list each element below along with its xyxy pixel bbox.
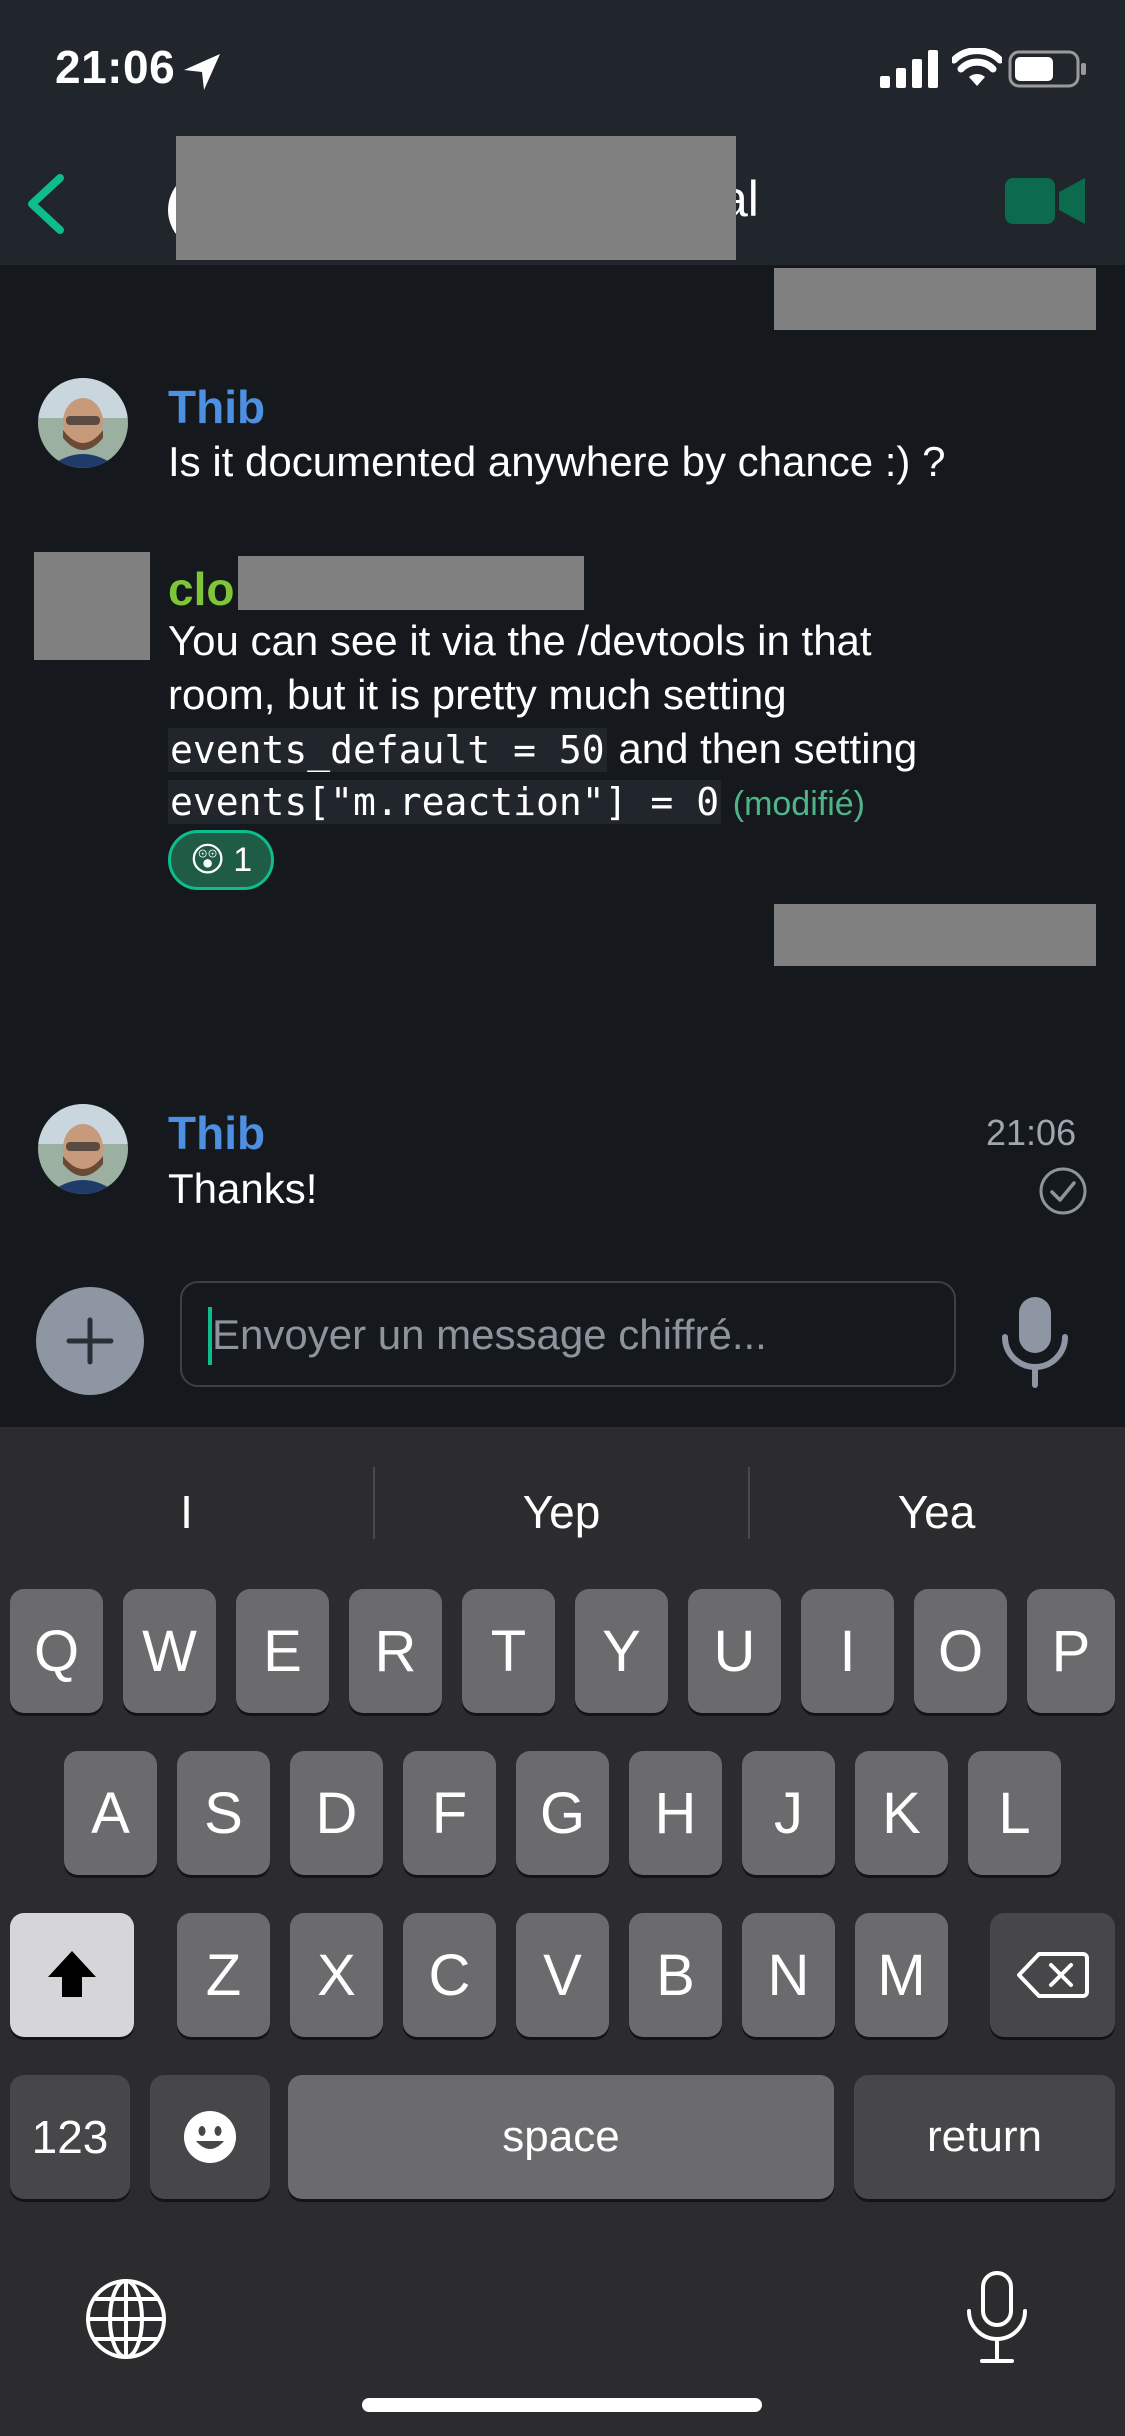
message-text: and then setting — [618, 725, 918, 772]
redacted-timestamp — [774, 904, 1096, 966]
key-m[interactable]: M — [855, 1913, 948, 2037]
key-w[interactable]: W — [123, 1589, 216, 1713]
backspace-key[interactable] — [990, 1913, 1115, 2037]
key-k[interactable]: K — [855, 1751, 948, 1875]
message-line: You can see it via the /devtools in that — [168, 617, 872, 664]
message-line: events_default = 50 and then setting — [168, 722, 917, 777]
return-key[interactable]: return — [854, 2075, 1115, 2199]
key-i[interactable]: I — [801, 1589, 894, 1713]
status-time: 21:06 — [55, 41, 176, 93]
edited-label[interactable]: (modifié) — [733, 785, 865, 823]
key-d[interactable]: D — [290, 1751, 383, 1875]
key-p[interactable]: P — [1027, 1589, 1115, 1713]
message-timestamp: 21:06 — [986, 1112, 1077, 1153]
dictation-mic-icon[interactable] — [962, 2269, 1032, 2369]
room-header: al — [0, 136, 1125, 265]
redacted-avatar — [34, 552, 150, 660]
plus-icon — [66, 1317, 114, 1365]
key-y[interactable]: Y — [575, 1589, 668, 1713]
key-s[interactable]: S — [177, 1751, 270, 1875]
user-photo-icon — [38, 1104, 128, 1194]
key-t[interactable]: T — [462, 1589, 555, 1713]
key-b[interactable]: B — [629, 1913, 722, 2037]
home-indicator[interactable] — [362, 2398, 762, 2412]
avatar[interactable] — [38, 378, 128, 468]
user-photo-icon — [38, 378, 128, 468]
sender-name[interactable]: Thib — [168, 380, 265, 434]
key-q[interactable]: Q — [10, 1589, 103, 1713]
read-receipt-check-icon — [1039, 1167, 1087, 1215]
key-l[interactable]: L — [968, 1751, 1061, 1875]
globe-icon[interactable] — [84, 2277, 168, 2361]
key-f[interactable]: F — [403, 1751, 496, 1875]
avatar[interactable] — [38, 1104, 128, 1194]
message-input[interactable]: Envoyer un message chiffré... — [180, 1281, 956, 1387]
message-composer: Envoyer un message chiffré... — [0, 1255, 1125, 1427]
sender-name[interactable]: Thib — [168, 1106, 265, 1160]
key-g[interactable]: G — [516, 1751, 609, 1875]
numbers-key[interactable]: 123 — [10, 2075, 130, 2199]
shift-key[interactable] — [10, 1913, 134, 2037]
key-r[interactable]: R — [349, 1589, 442, 1713]
system-keyboard: I Yep Yea Q W E R T Y U I O P A S D F G … — [0, 1427, 1125, 2436]
status-bar: 21:06 — [0, 0, 1125, 140]
battery-icon — [1008, 50, 1086, 88]
shift-arrow-icon — [48, 1951, 96, 1997]
message-line: events["m.reaction"] = 0 (modifié) — [168, 774, 865, 831]
attach-button[interactable] — [36, 1287, 144, 1395]
space-key[interactable]: space — [288, 2075, 834, 2199]
cellular-signal-icon — [880, 50, 938, 88]
emoji-smiley-icon — [184, 2111, 236, 2163]
reaction-count: 1 — [233, 840, 253, 879]
key-n[interactable]: N — [742, 1913, 835, 2037]
key-h[interactable]: H — [629, 1751, 722, 1875]
voice-message-mic-icon[interactable] — [998, 1295, 1072, 1389]
location-arrow-icon — [184, 54, 220, 90]
redacted-timestamp — [774, 268, 1096, 330]
video-call-icon[interactable] — [1005, 174, 1087, 228]
key-e[interactable]: E — [236, 1589, 329, 1713]
inline-code: events_default = 50 — [168, 728, 607, 772]
suggestion-item[interactable]: Yep — [375, 1485, 748, 1539]
suggestion-item[interactable]: Yea — [750, 1485, 1123, 1539]
key-c[interactable]: C — [403, 1913, 496, 2037]
emoji-key[interactable] — [150, 2075, 270, 2199]
redacted-sender-name — [238, 556, 584, 610]
input-placeholder: Envoyer un message chiffré... — [212, 1311, 767, 1358]
reaction-emoji: 😲 — [189, 841, 226, 879]
backspace-icon — [1016, 1952, 1089, 1998]
message-line: room, but it is pretty much setting — [168, 671, 787, 718]
wifi-icon — [952, 48, 1002, 86]
key-a[interactable]: A — [64, 1751, 157, 1875]
suggestion-item[interactable]: I — [0, 1485, 373, 1539]
key-o[interactable]: O — [914, 1589, 1007, 1713]
sender-name[interactable]: clo — [168, 562, 234, 616]
message-text: Thanks! — [168, 1165, 318, 1212]
inline-code: events["m.reaction"] = 0 — [168, 780, 722, 824]
redacted-room-title — [176, 136, 736, 260]
key-j[interactable]: J — [742, 1751, 835, 1875]
message-text: Is it documented anywhere by chance :) ? — [168, 438, 946, 485]
key-x[interactable]: X — [290, 1913, 383, 2037]
key-v[interactable]: V — [516, 1913, 609, 2037]
reaction-pill[interactable]: 😲 1 — [168, 830, 274, 890]
key-z[interactable]: Z — [177, 1913, 270, 2037]
key-u[interactable]: U — [688, 1589, 781, 1713]
back-chevron-icon[interactable] — [22, 172, 72, 236]
